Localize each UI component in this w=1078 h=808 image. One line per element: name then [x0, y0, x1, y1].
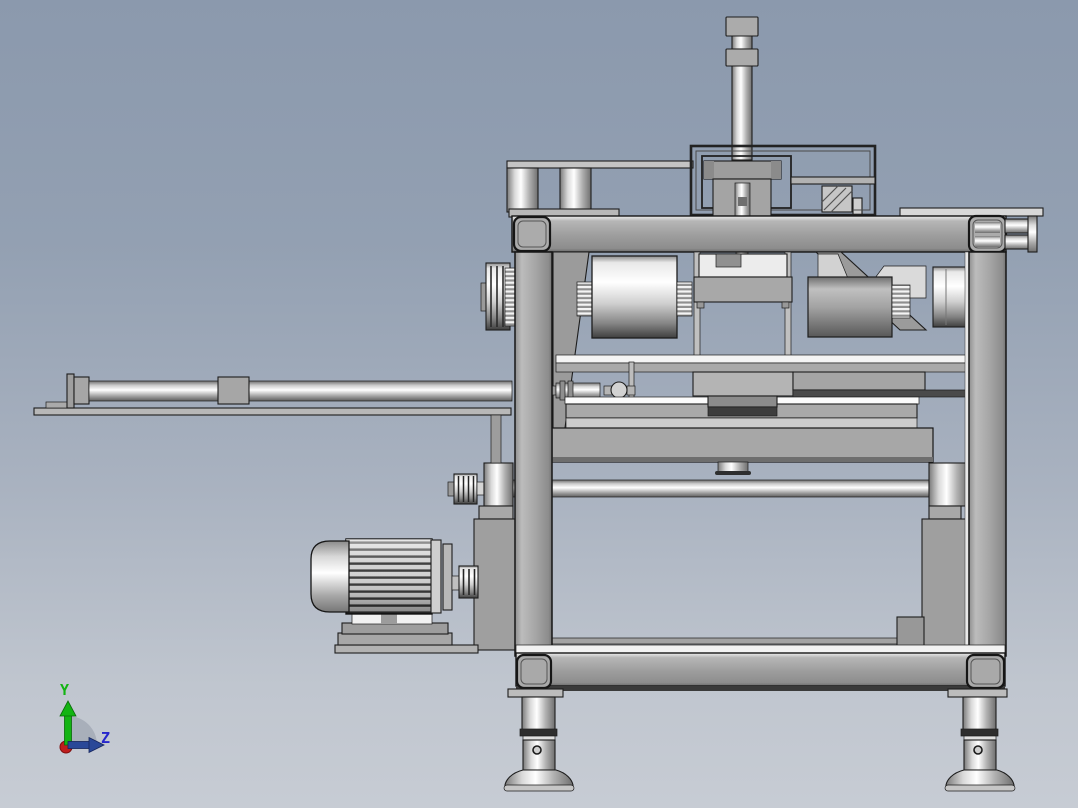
z-axis-label: Z: [101, 729, 110, 747]
z-shaft: [67, 741, 93, 749]
y-axis-label: Y: [60, 681, 69, 699]
y-shaft: [64, 712, 72, 746]
orientation-triad[interactable]: Y Z: [0, 0, 1078, 808]
cad-viewport[interactable]: Y Z: [0, 0, 1078, 808]
y-arrowhead: [59, 700, 77, 717]
